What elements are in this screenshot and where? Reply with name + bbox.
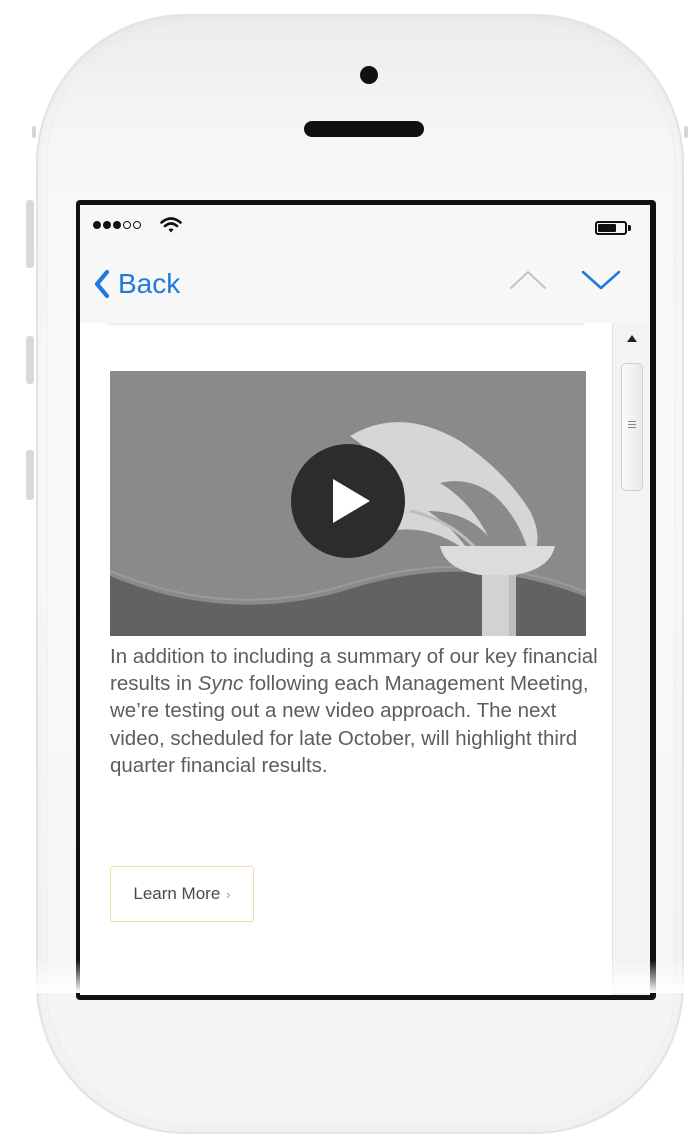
- chevron-right-icon: ›: [226, 886, 231, 902]
- battery-level: [598, 224, 616, 232]
- signal-dot: [103, 221, 111, 229]
- volume-up-button: [26, 336, 34, 384]
- grip-icon: [628, 421, 636, 430]
- scrollbar-thumb[interactable]: [621, 363, 643, 491]
- front-camera: [360, 66, 378, 84]
- scrollbar[interactable]: [612, 323, 650, 995]
- frame-notch-left: [32, 126, 36, 138]
- learn-more-label: Learn More: [133, 884, 221, 903]
- signal-dot: [113, 221, 121, 229]
- content-divider: [108, 323, 584, 327]
- video-thumbnail[interactable]: [110, 371, 586, 636]
- signal-dot: [123, 221, 131, 229]
- earpiece-speaker: [304, 121, 424, 137]
- back-chevron-icon: [94, 270, 110, 298]
- frame-notch-right: [684, 126, 688, 138]
- mute-switch: [26, 200, 34, 268]
- sync-italic-text: Sync: [197, 672, 244, 696]
- signal-strength: [93, 221, 141, 229]
- message-content: In addition to including a summary of ou…: [80, 323, 612, 995]
- signal-dot: [133, 221, 141, 229]
- volume-down-button: [26, 450, 34, 500]
- down-arrow-icon[interactable]: [580, 267, 622, 293]
- battery-tip: [628, 225, 631, 231]
- article-paragraph: In addition to including a summary of ou…: [110, 643, 600, 779]
- up-arrow-icon[interactable]: [508, 267, 548, 293]
- back-label: Back: [118, 268, 181, 299]
- status-bar: [80, 205, 650, 245]
- back-button[interactable]: Back: [94, 267, 180, 301]
- navigation-bar: Back: [80, 245, 650, 324]
- scroll-up-button[interactable]: [613, 325, 650, 351]
- scroll-up-icon: [627, 334, 637, 342]
- bottom-fade: [0, 960, 690, 993]
- battery-icon: [595, 221, 627, 235]
- screen: Back In addition to including a summary …: [80, 205, 650, 995]
- wifi-icon: [160, 217, 182, 233]
- torch-illustration: [110, 371, 586, 636]
- learn-more-button[interactable]: Learn More ›: [110, 866, 254, 922]
- signal-dot: [93, 221, 101, 229]
